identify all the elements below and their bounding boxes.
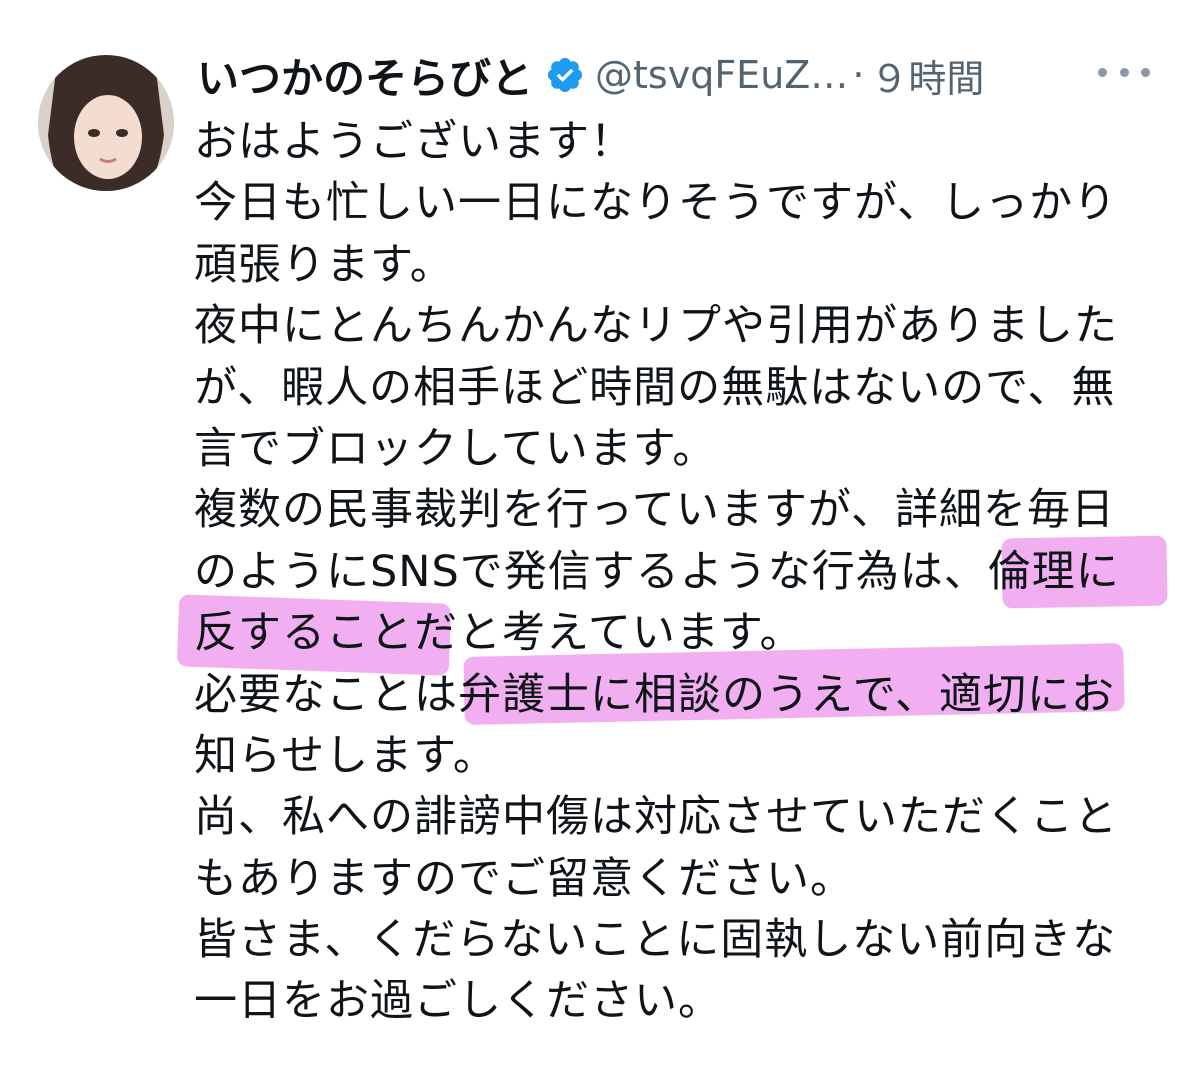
author-name[interactable]: いつかのそらびと [197, 45, 533, 106]
tweet-line: 今日も忙しい一日になりそうですが、しっかり [194, 178, 1118, 229]
tweet-line: 皆さま、くだらないことに固執しない前向きな [194, 915, 1117, 966]
tweet-line: 複数の民事裁判を行っていますが、詳細を毎日 [194, 485, 1115, 536]
tweet-line: のようにSNSで発信するような行為は、倫理に [194, 546, 1120, 597]
tweet-line: が、暇人の相手ほど時間の無駄はないので、無 [194, 362, 1116, 413]
tweet[interactable]: いつかのそらびと @tsvqFEuZ… · ９時間 おはようございます！ 今日も… [0, 0, 1178, 1085]
tweet-line: 必要なことは弁護士に相談のうえで、適切にお [194, 669, 1115, 720]
tweet-text: おはようございます！ 今日も忙しい一日になりそうですが、しっかり 頑張ります。 … [176, 112, 1168, 1033]
more-options-ellipsis-icon[interactable] [1098, 54, 1150, 90]
tweet-line: 一日をお過ごしください。 [194, 976, 722, 1027]
avatar[interactable] [38, 55, 174, 191]
tweet-line: 知らせします。 [194, 730, 497, 781]
tweet-line: 尚、私への誹謗中傷は対応させていただくこと [194, 792, 1118, 843]
tweet-line: 夜中にとんちんかんなリプや引用がありました [194, 301, 1118, 352]
timestamp[interactable]: ９時間 [870, 48, 984, 103]
verified-badge-icon[interactable] [545, 55, 585, 95]
tweet-header: いつかのそらびと @tsvqFEuZ… · ９時間 [197, 40, 984, 110]
tweet-line: おはようございます！ [194, 117, 634, 167]
tweet-line: 言でブロックしています。 [194, 423, 717, 474]
tweet-line: 頑張ります。 [194, 239, 454, 290]
author-handle[interactable]: @tsvqFEuZ… [595, 53, 848, 97]
tweet-line: もありますのでご留意ください。 [194, 853, 854, 904]
tweet-line: 反することだと考えています。 [194, 608, 804, 659]
header-separator: · [852, 53, 865, 97]
